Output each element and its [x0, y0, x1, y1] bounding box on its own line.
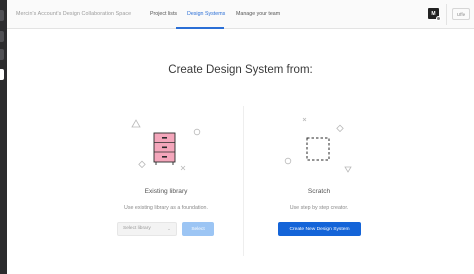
rail-tab-active[interactable]: [0, 69, 4, 80]
scratch-description: Use step by step creator.: [289, 205, 349, 211]
existing-library-title: Existing library: [144, 188, 188, 195]
dashed-square-icon: [306, 137, 330, 161]
diamond-decoration: [138, 160, 146, 169]
diamond-decoration: [336, 124, 344, 133]
active-tab-indicator: [176, 27, 224, 29]
scratch-title: Scratch: [307, 188, 331, 195]
upgrade-button[interactable]: Uffe: [452, 8, 470, 20]
select-library-button[interactable]: Select: [182, 222, 214, 236]
top-bar: Mercin's Account's Design Collaboration …: [7, 0, 474, 29]
scratch-illustration: [284, 117, 352, 173]
x-decoration: [302, 117, 307, 122]
library-select-placeholder: Select library: [123, 226, 151, 231]
rail-tab[interactable]: [0, 10, 4, 21]
options-divider: [243, 106, 244, 256]
avatar-status-badge: [436, 16, 441, 21]
create-new-design-system-button[interactable]: Create New Design System: [278, 222, 361, 236]
rail-tab[interactable]: [0, 31, 4, 42]
chevron-down-icon: ⌄: [167, 226, 171, 231]
space-name: Mercin's Account's Design Collaboration …: [16, 11, 132, 17]
circle-decoration: [193, 128, 201, 136]
design-systems-page: Mercin's Account's Design Collaboration …: [0, 0, 474, 274]
triangle-decoration: [344, 166, 352, 173]
tab-manage-your-team[interactable]: Manage your team: [236, 11, 280, 17]
existing-library-illustration: [131, 119, 201, 171]
x-decoration: [180, 165, 186, 171]
triangle-decoration: [131, 119, 141, 128]
page-title: Create Design System from:: [168, 64, 313, 76]
tab-design-systems[interactable]: Design Systems: [187, 11, 225, 17]
circle-decoration: [284, 157, 292, 165]
tab-project-lists[interactable]: Project lists: [150, 11, 177, 17]
drawer-cabinet-icon: [153, 132, 176, 165]
library-select[interactable]: Select library ⌄: [117, 222, 177, 236]
left-rail: [0, 0, 7, 274]
existing-library-description: Use existing library as a foundation.: [124, 205, 208, 211]
rail-tab[interactable]: [0, 49, 4, 60]
header-divider: [446, 4, 447, 25]
